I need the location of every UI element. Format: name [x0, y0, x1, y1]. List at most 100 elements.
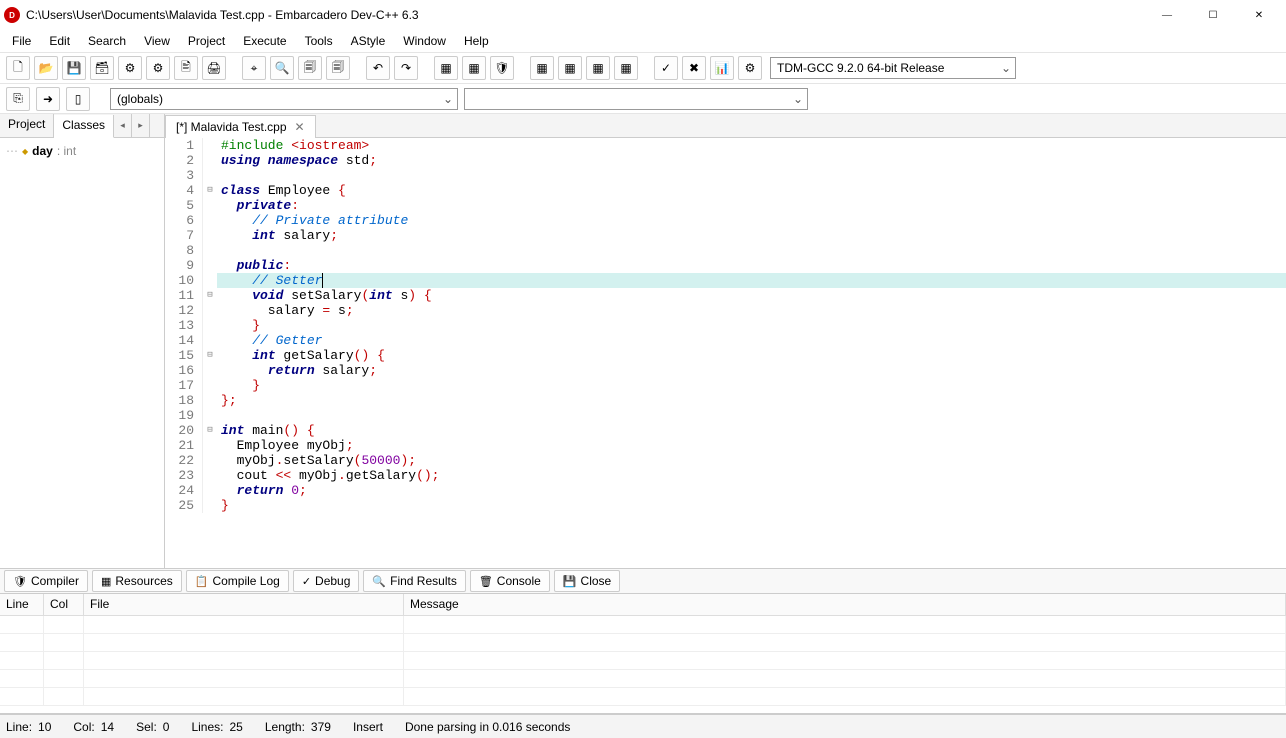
menu-help[interactable]: Help [456, 32, 497, 50]
line-content: salary = s; [217, 303, 1286, 318]
code-editor[interactable]: 1#include <iostream>2using namespace std… [165, 138, 1286, 568]
code-line[interactable]: 18}; [165, 393, 1286, 408]
toolbar-button[interactable]: ▦ [434, 56, 458, 80]
menu-astyle[interactable]: AStyle [343, 32, 394, 50]
app-icon: D [4, 7, 20, 23]
maximize-button[interactable]: ☐ [1190, 0, 1236, 30]
toolbar-button[interactable]: 🖹 [174, 56, 198, 80]
toolbar-button[interactable]: 🔍 [270, 56, 294, 80]
code-line[interactable]: 5 private: [165, 198, 1286, 213]
goto-button[interactable]: ➜ [36, 87, 60, 111]
code-line[interactable]: 12 salary = s; [165, 303, 1286, 318]
output-tab-debug[interactable]: ✓Debug [293, 570, 360, 592]
code-line[interactable]: 1#include <iostream> [165, 138, 1286, 153]
menu-project[interactable]: Project [180, 32, 233, 50]
menu-edit[interactable]: Edit [41, 32, 78, 50]
col-message[interactable]: Message [404, 594, 1286, 615]
toolbar-button[interactable]: ▦ [530, 56, 554, 80]
code-line[interactable]: 11⊟ void setSalary(int s) { [165, 288, 1286, 303]
class-tree[interactable]: ⋯ ◆ day : int [0, 138, 164, 164]
code-line[interactable]: 6 // Private attribute [165, 213, 1286, 228]
output-tab-compile-log[interactable]: 📋Compile Log [186, 570, 289, 592]
output-tab-resources[interactable]: ▦Resources [92, 570, 182, 592]
output-tab-console[interactable]: 🗑Console [470, 570, 550, 592]
fold-icon[interactable]: ⊟ [203, 348, 217, 363]
menu-window[interactable]: Window [395, 32, 454, 50]
toolbar-button[interactable]: 🗋 [6, 56, 30, 80]
status-length-value: 379 [311, 720, 331, 734]
toolbar-button[interactable]: ↷ [394, 56, 418, 80]
output-tab-close[interactable]: 💾Close [554, 570, 620, 592]
menu-search[interactable]: Search [80, 32, 134, 50]
code-line[interactable]: 22 myObj.setSalary(50000); [165, 453, 1286, 468]
toolbar-button[interactable]: 🛡 [490, 56, 514, 80]
fold-icon[interactable]: ⊟ [203, 288, 217, 303]
toolbar-button[interactable]: ✓ [654, 56, 678, 80]
menu-view[interactable]: View [136, 32, 178, 50]
toolbar-button[interactable]: 📂 [34, 56, 58, 80]
toolbar-button[interactable]: 💾 [62, 56, 86, 80]
toolbar-button[interactable]: ⚙ [118, 56, 142, 80]
code-line[interactable]: 13 } [165, 318, 1286, 333]
code-line[interactable]: 3 [165, 168, 1286, 183]
toolbar-button[interactable]: ⚙ [146, 56, 170, 80]
toolbar-button[interactable]: 🖨 [202, 56, 226, 80]
menu-tools[interactable]: Tools [297, 32, 341, 50]
code-line[interactable]: 20⊟int main() { [165, 423, 1286, 438]
toolbar-button[interactable]: 🗃 [90, 56, 114, 80]
fold-icon[interactable]: ⊟ [203, 183, 217, 198]
tab-nav-prev[interactable]: ◂ [114, 114, 132, 137]
close-tab-icon[interactable]: ✕ [295, 120, 305, 135]
status-sel-label: Sel: [136, 720, 157, 734]
toolbar-button[interactable]: ▦ [586, 56, 610, 80]
tab-project[interactable]: Project [0, 114, 54, 137]
menu-file[interactable]: File [4, 32, 39, 50]
toolbar-button[interactable]: ⌖ [242, 56, 266, 80]
scope-selector[interactable]: (globals) [110, 88, 458, 110]
toolbar-button[interactable]: 📊 [710, 56, 734, 80]
toolbar-button[interactable]: ▦ [558, 56, 582, 80]
code-line[interactable]: 14 // Getter [165, 333, 1286, 348]
toolbar-button[interactable]: ▦ [462, 56, 486, 80]
code-line[interactable]: 9 public: [165, 258, 1286, 273]
minimize-button[interactable]: — [1144, 0, 1190, 30]
tab-label: Compile Log [212, 574, 279, 588]
toolbar-button[interactable]: ✖ [682, 56, 706, 80]
gutter: 18 [165, 393, 203, 408]
code-line[interactable]: 23 cout << myObj.getSalary(); [165, 468, 1286, 483]
code-line[interactable]: 8 [165, 243, 1286, 258]
code-line[interactable]: 21 Employee myObj; [165, 438, 1286, 453]
symbol-selector[interactable] [464, 88, 808, 110]
menu-execute[interactable]: Execute [235, 32, 294, 50]
output-tab-compiler[interactable]: 🛡Compiler [4, 570, 88, 592]
tab-classes[interactable]: Classes [54, 115, 114, 138]
code-line[interactable]: 17 } [165, 378, 1286, 393]
toolbar-button[interactable]: ⚙ [738, 56, 762, 80]
compiler-selector[interactable]: TDM-GCC 9.2.0 64-bit Release [770, 57, 1016, 79]
col-col[interactable]: Col [44, 594, 84, 615]
file-tabs: [*] Malavida Test.cpp ✕ [165, 114, 1286, 138]
tab-nav-next[interactable]: ▸ [132, 114, 150, 137]
code-line[interactable]: 16 return salary; [165, 363, 1286, 378]
file-tab-malavida[interactable]: [*] Malavida Test.cpp ✕ [165, 115, 316, 138]
toolbar-button[interactable]: 🗐 [298, 56, 322, 80]
bookmark-button[interactable]: ▯ [66, 87, 90, 111]
insert-button[interactable]: ⎘ [6, 87, 30, 111]
code-line[interactable]: 10 // Setter [165, 273, 1286, 288]
code-line[interactable]: 15⊟ int getSalary() { [165, 348, 1286, 363]
code-line[interactable]: 7 int salary; [165, 228, 1286, 243]
code-line[interactable]: 25} [165, 498, 1286, 513]
code-line[interactable]: 19 [165, 408, 1286, 423]
output-tab-find-results[interactable]: 🔍Find Results [363, 570, 465, 592]
code-line[interactable]: 4⊟class Employee { [165, 183, 1286, 198]
toolbar-button[interactable]: 🗐 [326, 56, 350, 80]
toolbar-button[interactable]: ↶ [366, 56, 390, 80]
close-button[interactable]: ✕ [1236, 0, 1282, 30]
col-file[interactable]: File [84, 594, 404, 615]
toolbar-button[interactable]: ▦ [614, 56, 638, 80]
code-line[interactable]: 2using namespace std; [165, 153, 1286, 168]
code-line[interactable]: 24 return 0; [165, 483, 1286, 498]
col-line[interactable]: Line [0, 594, 44, 615]
fold-icon [203, 273, 217, 288]
fold-icon[interactable]: ⊟ [203, 423, 217, 438]
